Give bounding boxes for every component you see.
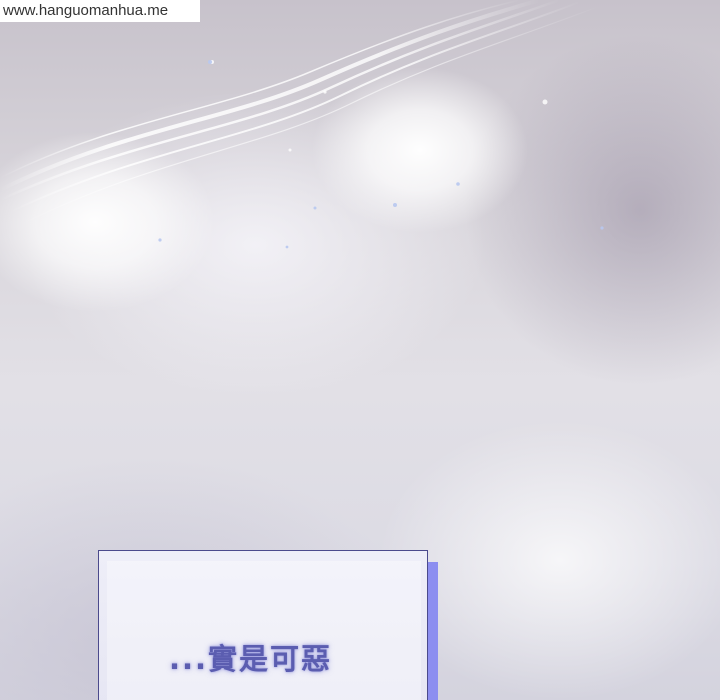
- speech-text: ...實是可惡: [169, 642, 333, 676]
- watermark: www.hanguomanhua.me: [0, 0, 200, 22]
- speech-box-inner: [107, 561, 421, 700]
- light-streak: [0, 0, 604, 249]
- comic-panel: www.hanguomanhua.me ...實是可惡: [0, 0, 720, 700]
- speech-box: ...實是可惡: [98, 550, 428, 700]
